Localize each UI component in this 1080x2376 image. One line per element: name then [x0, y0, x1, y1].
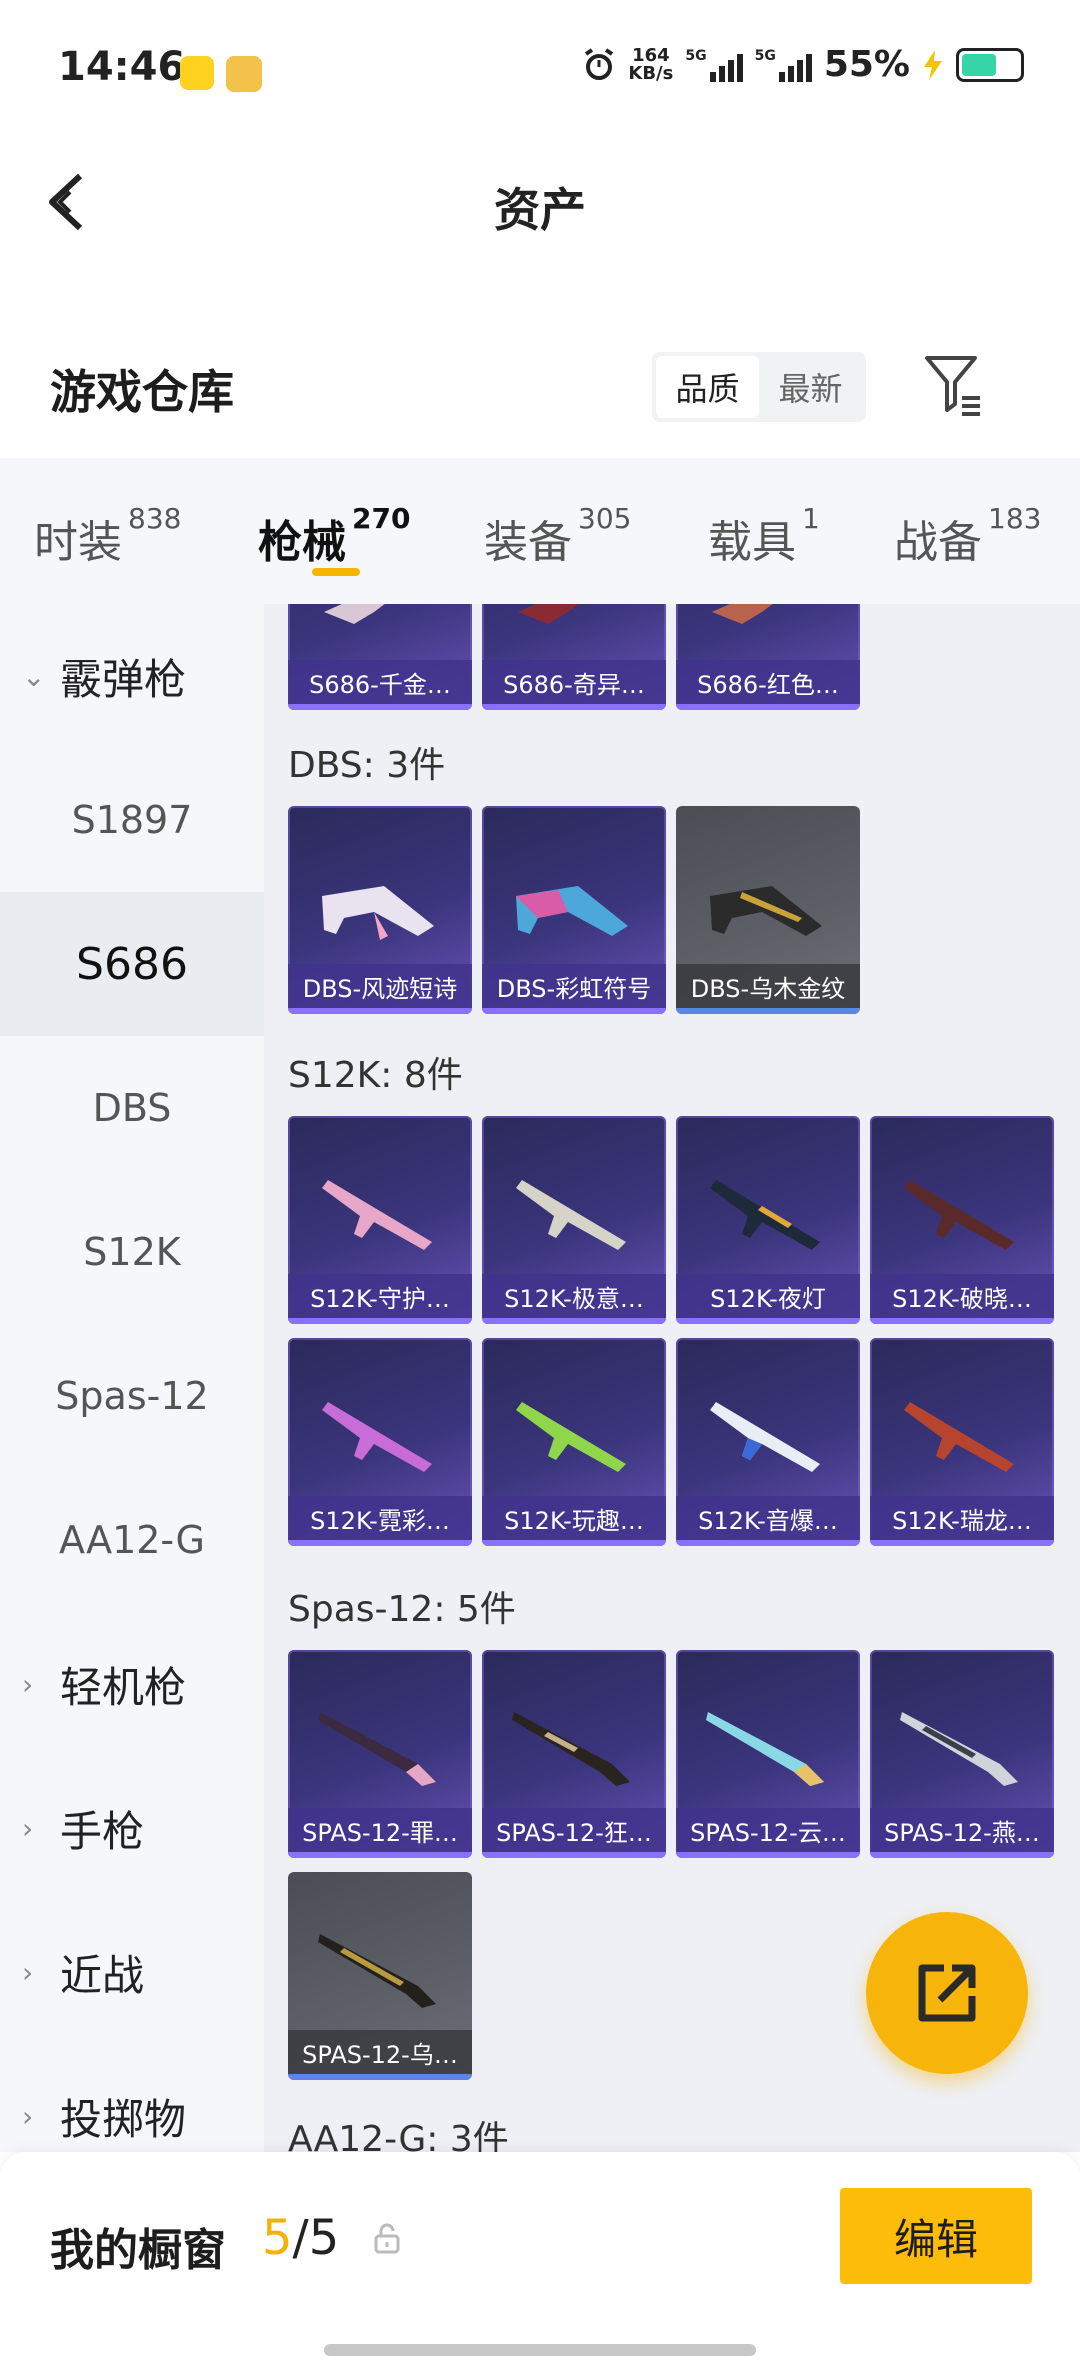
- alarm-icon: [585, 47, 614, 80]
- tab-supplies[interactable]: 战备 183: [894, 502, 1041, 570]
- weapon-card[interactable]: S12K-玩趣…: [482, 1338, 666, 1546]
- weapon-image: [710, 1180, 820, 1250]
- weapon-image: [322, 1180, 432, 1250]
- weapon-card[interactable]: S12K-极意…: [482, 1116, 666, 1324]
- notification-app-icon-2: [226, 56, 262, 92]
- weapon-image: [904, 1180, 1014, 1250]
- tab-equipment[interactable]: 装备 305: [484, 502, 631, 570]
- filter-icon[interactable]: [924, 354, 982, 416]
- lock-icon[interactable]: [372, 2222, 402, 2254]
- tab-costume[interactable]: 时装 838: [34, 502, 181, 570]
- group-label-s12k: S12K: 8件: [288, 1055, 463, 1096]
- weapon-card[interactable]: DBS-风迹短诗: [288, 806, 472, 1014]
- edit-button[interactable]: 编辑: [840, 2188, 1032, 2284]
- weapon-card[interactable]: S12K-守护…: [288, 1116, 472, 1324]
- sidebar-item-spas12[interactable]: Spas-12: [0, 1324, 264, 1468]
- sidebar-category-pistol[interactable]: › 手枪: [0, 1756, 264, 1900]
- sidebar-category-melee[interactable]: › 近战: [0, 1900, 264, 2044]
- home-indicator[interactable]: [324, 2344, 756, 2356]
- weapon-card[interactable]: SPAS-12-狂…: [482, 1650, 666, 1858]
- chevron-down-icon: ⌄: [22, 659, 46, 693]
- page-title: 资产: [494, 183, 586, 237]
- weapon-card[interactable]: S12K-破晓…: [870, 1116, 1054, 1324]
- sidebar-category-lmg[interactable]: › 轻机枪: [0, 1612, 264, 1756]
- sidebar-category-shotgun[interactable]: ⌄ 霰弹枪: [0, 604, 264, 748]
- sort-quality-button[interactable]: 品质: [656, 356, 759, 418]
- weapon-card[interactable]: S12K-音爆…: [676, 1338, 860, 1546]
- weapon-image: [710, 1402, 820, 1472]
- weapon-image: [318, 1934, 436, 2008]
- battery-percent: 55%: [823, 44, 910, 85]
- signal-icon-2: 5G: [755, 48, 812, 82]
- sidebar-item-s686[interactable]: S686: [0, 892, 264, 1036]
- notification-app-icon: [180, 56, 214, 90]
- group-label-spas12: Spas-12: 5件: [288, 1589, 516, 1630]
- sidebar-category-throwables[interactable]: › 投掷物: [0, 2044, 264, 2152]
- tab-vehicles[interactable]: 载具 1: [708, 502, 820, 570]
- weapon-card[interactable]: DBS-彩虹符号: [482, 806, 666, 1014]
- status-bar: 14:46 164 KB/s 5G 5G 55%: [0, 0, 1080, 120]
- chevron-right-icon: ›: [22, 2099, 34, 2133]
- weapon-card[interactable]: S686-千金…: [288, 604, 472, 710]
- group-label-dbs: DBS: 3件: [288, 745, 446, 786]
- sidebar-item-s1897[interactable]: S1897: [0, 748, 264, 892]
- repo-title: 游戏仓库: [50, 365, 234, 419]
- battery-icon: [956, 47, 1024, 82]
- sort-toggle: 品质 最新: [652, 352, 866, 422]
- weapon-card[interactable]: SPAS-12-云…: [676, 1650, 860, 1858]
- charging-icon: [924, 49, 942, 80]
- weapon-image: [318, 1712, 436, 1786]
- weapon-card[interactable]: SPAS-12-罪…: [288, 1650, 472, 1858]
- weapon-image: [516, 1180, 626, 1250]
- weapon-image: [518, 604, 579, 624]
- weapon-image: [516, 886, 628, 936]
- signal-icon: 5G: [685, 48, 743, 82]
- weapon-image: [324, 604, 385, 624]
- weapon-image: [516, 1402, 626, 1472]
- group-label-aa12g: AA12-G: 3件: [288, 2119, 509, 2152]
- weapon-card[interactable]: S686-奇异…: [482, 604, 666, 710]
- tab-firearms[interactable]: 枪械 270: [258, 502, 410, 570]
- sort-latest-button[interactable]: 最新: [759, 356, 862, 418]
- chevron-right-icon: ›: [22, 1955, 34, 1989]
- showcase-bar: 我的橱窗 5/5 编辑: [0, 2152, 1080, 2376]
- weapon-image: [512, 1712, 630, 1786]
- sidebar-item-s12k[interactable]: S12K: [0, 1180, 264, 1324]
- category-tabs: 时装 838 枪械 270 装备 305 载具 1 战备 183: [0, 458, 1080, 604]
- weapon-image: [712, 604, 773, 624]
- weapon-card[interactable]: S12K-霓彩…: [288, 1338, 472, 1546]
- weapon-image: [904, 1402, 1014, 1472]
- weapon-card[interactable]: DBS-乌木金纹: [676, 806, 860, 1014]
- weapon-image: [710, 886, 822, 936]
- showcase-count: 5/5: [262, 2210, 340, 2266]
- weapon-card[interactable]: S12K-瑞龙…: [870, 1338, 1054, 1546]
- weapon-card[interactable]: SPAS-12-乌…: [288, 1872, 472, 2080]
- network-speed: 164 KB/s: [628, 44, 674, 84]
- active-tab-indicator: [312, 568, 360, 576]
- weapon-sidebar: ⌄ 霰弹枪 S1897 S686 DBS S12K Spas-12 AA12-G …: [0, 604, 264, 2152]
- sidebar-item-dbs[interactable]: DBS: [0, 1036, 264, 1180]
- sidebar-item-aa12g[interactable]: AA12-G: [0, 1468, 264, 1612]
- weapon-image: [322, 886, 434, 940]
- weapon-card[interactable]: SPAS-12-燕…: [870, 1650, 1054, 1858]
- weapon-card[interactable]: S12K-夜灯: [676, 1116, 860, 1324]
- weapon-card[interactable]: S686-红色…: [676, 604, 860, 710]
- status-time: 14:46: [58, 44, 186, 90]
- chevron-right-icon: ›: [22, 1811, 34, 1845]
- weapon-image: [706, 1712, 824, 1786]
- showcase-label: 我的橱窗: [50, 2225, 226, 2276]
- share-button[interactable]: [866, 1912, 1028, 2074]
- share-icon: [918, 1964, 976, 2022]
- chevron-right-icon: ›: [22, 1667, 34, 1701]
- weapon-image: [900, 1712, 1018, 1786]
- weapon-image: [322, 1402, 432, 1472]
